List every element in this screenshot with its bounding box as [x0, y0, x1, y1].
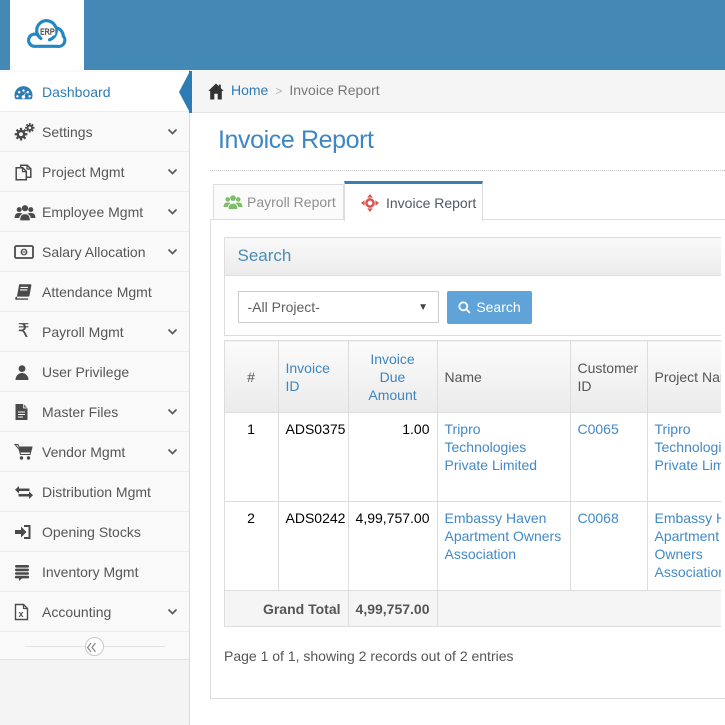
svg-text:x: x: [18, 609, 23, 619]
